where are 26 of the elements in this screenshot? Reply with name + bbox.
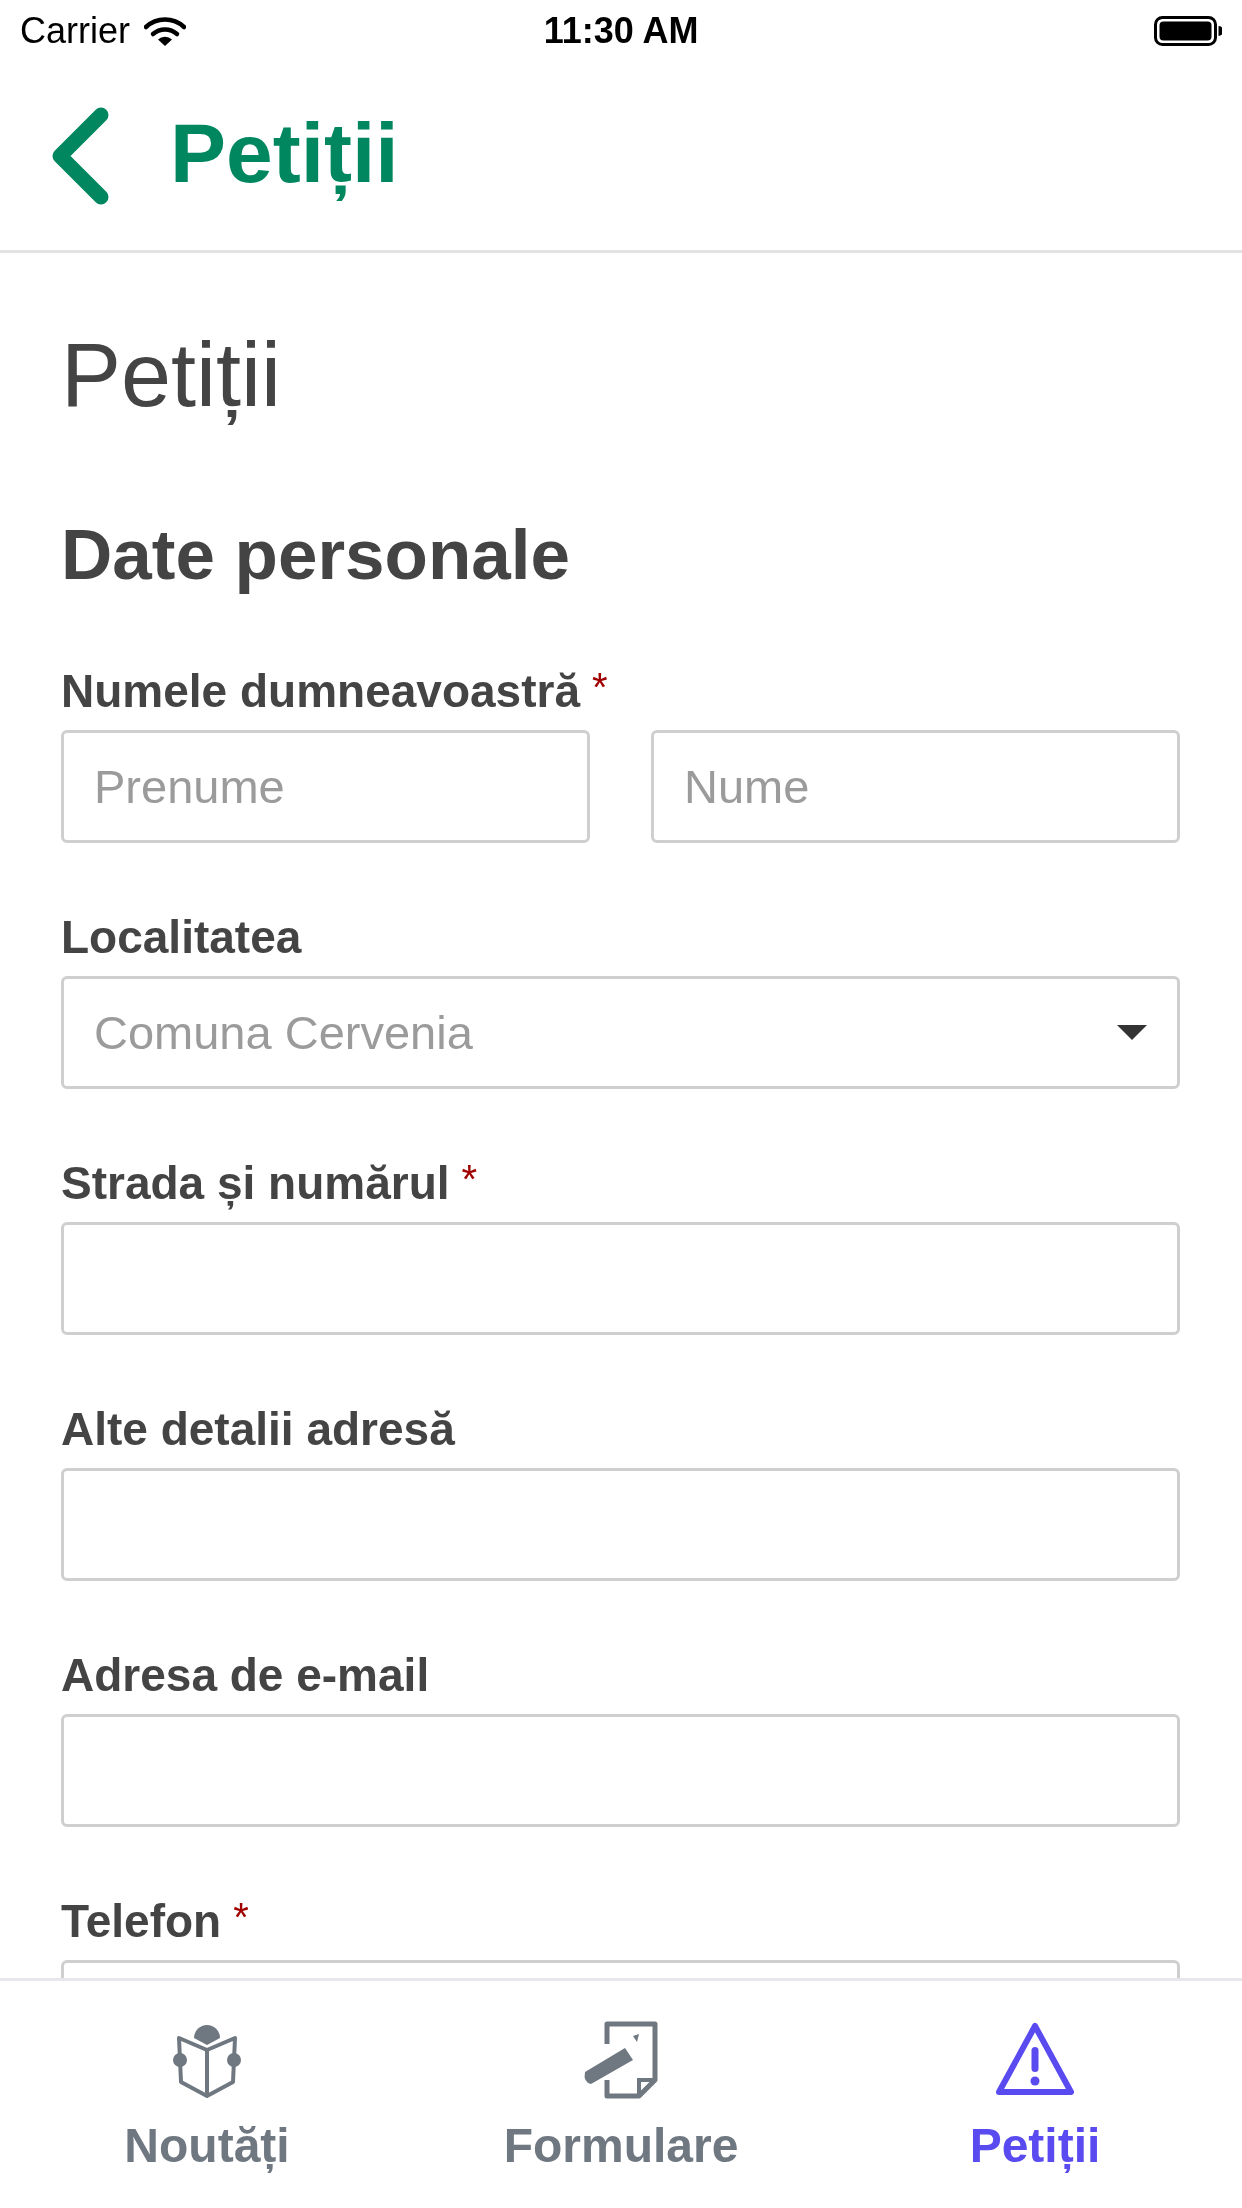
page-title: Petiții — [61, 324, 283, 427]
required-mark: * — [233, 1897, 249, 1937]
input-field[interactable]: Nume — [651, 730, 1180, 843]
required-mark: * — [591, 667, 608, 707]
battery-icon — [1154, 16, 1222, 46]
tab-button[interactable]: Petiții — [828, 1981, 1242, 2208]
select-field[interactable]: Comuna Cervenia — [61, 976, 1180, 1089]
nav-title: Petiții — [170, 105, 399, 201]
tab-button[interactable]: Formulare — [414, 1981, 828, 2208]
field-label: Localitatea — [61, 910, 302, 965]
status-time: 11:30 AM — [543, 10, 699, 52]
wifi-icon — [144, 15, 186, 47]
field-label: Numele dumneavoastră — [61, 664, 580, 719]
carrier-name: Carrier — [20, 10, 130, 52]
caret-icon — [1117, 1025, 1147, 1040]
input-field[interactable] — [61, 1222, 1180, 1335]
required-mark: * — [461, 1159, 478, 1199]
tab-button[interactable]: Noutăți — [0, 1981, 414, 2208]
input-field[interactable]: Prenume — [61, 730, 590, 843]
field-label: Alte detalii adresă — [61, 1402, 455, 1457]
input-field[interactable] — [61, 1714, 1180, 1827]
field-label: Adresa de e-mail — [61, 1648, 430, 1703]
input-field[interactable] — [61, 1468, 1180, 1581]
field-label: Telefon — [61, 1894, 222, 1949]
field-label: Strada și numărul — [61, 1156, 450, 1211]
section-title: Date personale — [61, 514, 572, 596]
